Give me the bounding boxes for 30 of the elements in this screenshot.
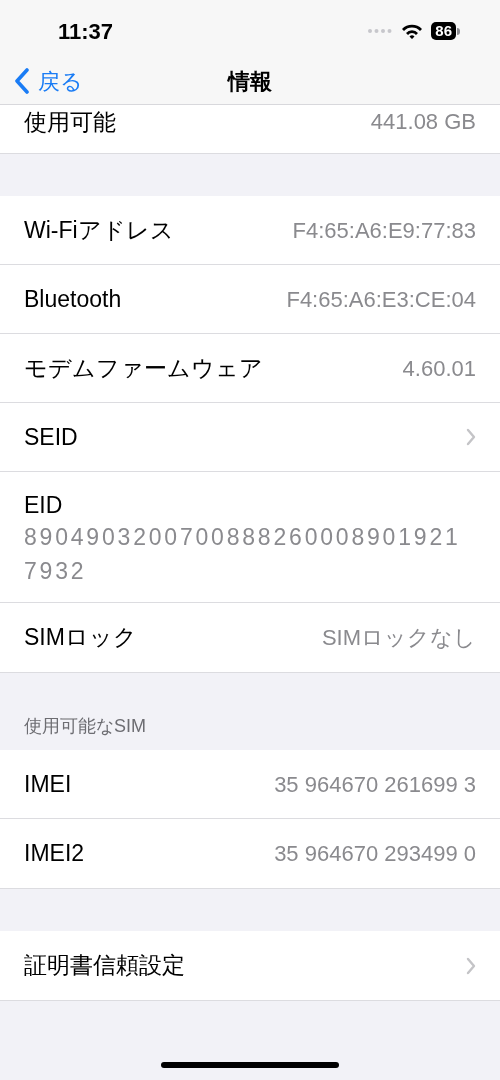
row-label: Bluetooth bbox=[24, 284, 122, 314]
chevron-icon bbox=[466, 956, 476, 975]
row-label: 使用可能 bbox=[24, 108, 116, 137]
row-value: 89049032007008882600089019217932 bbox=[24, 523, 462, 586]
back-chevron-icon bbox=[14, 68, 30, 94]
settings-link-row[interactable]: 証明書信頼設定 bbox=[0, 931, 500, 1000]
row-value: SIMロックなし bbox=[321, 624, 476, 652]
row-value: 35 964670 261699 3 bbox=[274, 770, 476, 799]
row-label: SIMロック bbox=[24, 623, 137, 653]
row-value: 441.08 GB bbox=[370, 108, 476, 136]
signal-icon bbox=[367, 28, 394, 34]
row-label: IMEI bbox=[24, 769, 72, 799]
status-time: 11:37 bbox=[58, 17, 114, 46]
row-label: Wi-Fiアドレス bbox=[24, 215, 174, 245]
row-value: F4:65:A6:E3:CE:04 bbox=[286, 285, 476, 314]
row-label: SEID bbox=[24, 422, 78, 452]
battery-indicator: 86 bbox=[431, 22, 460, 40]
row-label: 証明書信頼設定 bbox=[24, 951, 185, 981]
back-button[interactable]: 戻る bbox=[14, 64, 83, 98]
page-title: 情報 bbox=[228, 67, 272, 96]
row-value: 4.60.01 bbox=[402, 354, 476, 383]
row-value: 35 964670 293499 0 bbox=[274, 840, 476, 868]
wifi-icon bbox=[401, 22, 424, 40]
row-value: F4:65:A6:E9:77:83 bbox=[292, 216, 476, 245]
settings-link-row[interactable]: SEID bbox=[0, 403, 500, 472]
row-label: EID bbox=[24, 491, 64, 520]
row-label: モデムファームウェア bbox=[24, 353, 263, 383]
chevron-icon bbox=[466, 428, 476, 446]
section-header: 使用可能なSIM bbox=[23, 715, 147, 738]
row-label: IMEI2 bbox=[24, 839, 85, 869]
